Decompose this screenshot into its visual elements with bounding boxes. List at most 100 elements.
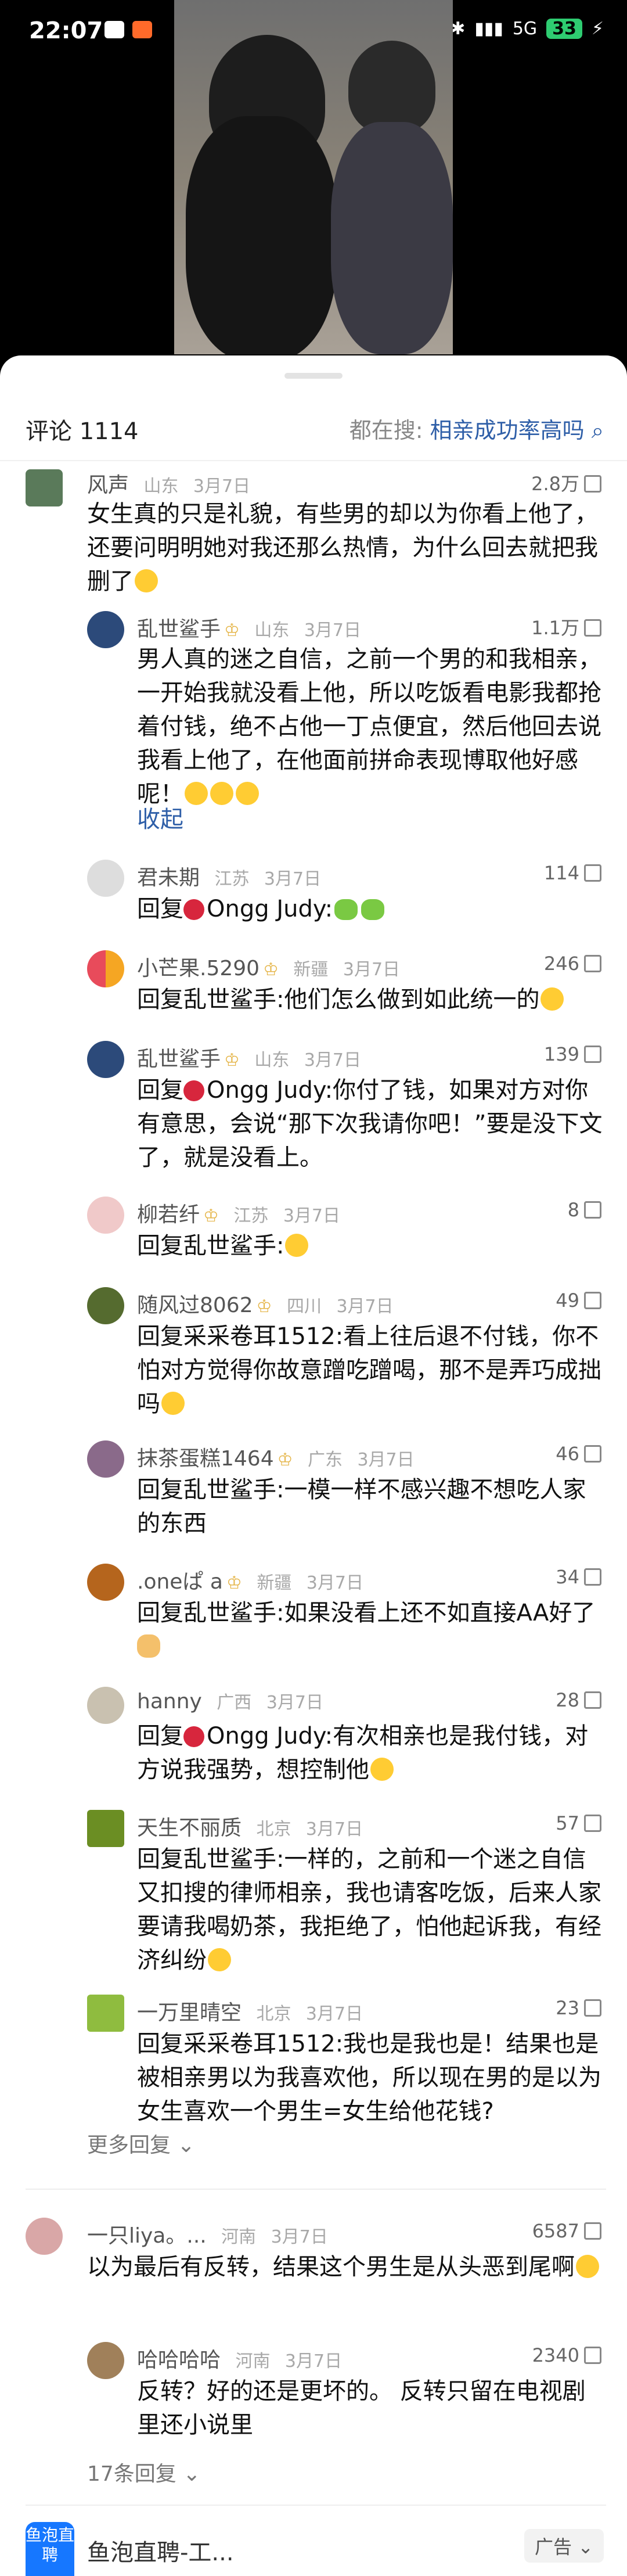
comments-sheet: 评论 1114 都在搜: 相亲成功率高吗 ⌕ 风声 山东 3月7日 2.8万 女… — [0, 355, 627, 2576]
comment-author[interactable]: hanny 广西 3月7日 — [137, 1688, 323, 1713]
like-button[interactable]: 2340 — [532, 2344, 601, 2366]
avatar[interactable] — [26, 2218, 63, 2255]
author-name[interactable]: 乱世鲨手 — [137, 617, 221, 641]
vip-badge-icon: ♔ — [256, 1296, 272, 1317]
comment-text: 男人真的迷之自信，之前一个男的和我相亲，一开始我就没看上他，所以吃饭看电影我都抢… — [137, 642, 604, 811]
collapse-button[interactable]: 收起 — [137, 803, 183, 836]
like-button[interactable]: 23 — [556, 1997, 601, 2019]
comment-author[interactable]: 乱世鲨手 ♔ 山东 3月7日 — [137, 1042, 361, 1072]
ad-banner[interactable]: 鱼泡直聘 鱼泡直聘-工... 广告 ⌄ — [0, 2522, 627, 2576]
reply-target[interactable]: 乱世鲨手 — [183, 1600, 276, 1626]
signal-icon: ▮▮▮ — [474, 19, 503, 39]
avatar[interactable] — [87, 2342, 124, 2379]
author-name[interactable]: hanny — [137, 1690, 202, 1713]
ad-title[interactable]: 鱼泡直聘-工... — [87, 2534, 234, 2567]
location: 河南 — [235, 2351, 271, 2372]
trending-search[interactable]: 都在搜: 相亲成功率高吗 ⌕ — [349, 412, 604, 444]
comment-author[interactable]: 乱世鲨手 ♔ 山东 3月7日 — [137, 612, 361, 642]
reply-target[interactable]: 采采卷耳1512 — [183, 2031, 336, 2057]
location: 山东 — [254, 1050, 290, 1070]
comment-author[interactable]: 哈哈哈哈 河南 3月7日 — [137, 2343, 342, 2373]
drag-handle[interactable] — [284, 373, 343, 379]
author-name[interactable]: 柳若纤 — [137, 1203, 200, 1227]
comment-author[interactable]: 天生不丽质 北京 3月7日 — [137, 1811, 363, 1841]
comment-text: 回复采采卷耳1512:看上往后退不付钱，你不怕对方觉得你故意蹭吃蹭喝，那不是弄巧… — [137, 1320, 604, 1421]
reply-target[interactable]: Ongg Judy — [207, 1723, 325, 1749]
comment-author[interactable]: 君未期 江苏 3月7日 — [137, 861, 321, 891]
like-button[interactable]: 1.1万 — [531, 613, 601, 640]
vip-badge-icon: ♔ — [277, 1450, 293, 1470]
view-replies-button[interactable]: 17条回复 ⌄ — [87, 2457, 200, 2487]
video-thumbnail[interactable] — [174, 0, 453, 354]
avatar[interactable] — [87, 1995, 124, 2032]
comment-author[interactable]: 一只liya。... 河南 3月7日 — [87, 2219, 328, 2249]
date: 3月7日 — [305, 1819, 363, 1840]
like-button[interactable]: 2.8万 — [531, 469, 601, 496]
laugh-cry-emoji-icon — [576, 2255, 599, 2278]
reply-target[interactable]: 采采卷耳1512 — [183, 1323, 336, 1350]
author-name[interactable]: 小芒果.5290 — [137, 957, 260, 980]
like-button[interactable]: 34 — [556, 1566, 601, 1588]
like-button[interactable]: 6587 — [532, 2220, 601, 2242]
avatar[interactable] — [87, 1440, 124, 1478]
trending-query[interactable]: 相亲成功率高吗 — [430, 418, 585, 443]
avatar[interactable] — [26, 469, 63, 506]
ad-tag[interactable]: 广告 ⌄ — [524, 2529, 604, 2563]
comment-author[interactable]: 一万里晴空 北京 3月7日 — [137, 1996, 363, 2026]
author-name[interactable]: 哈哈哈哈 — [137, 2348, 221, 2372]
location: 新疆 — [257, 1573, 292, 1593]
avatar[interactable] — [87, 860, 124, 897]
thumb-up-icon — [584, 1445, 601, 1463]
avatar[interactable] — [87, 1564, 124, 1601]
comment-author[interactable]: .oneぱ a ♔ 新疆 3月7日 — [137, 1565, 363, 1595]
like-button[interactable]: 49 — [556, 1289, 601, 1312]
comment-author[interactable]: 风声 山东 3月7日 — [87, 468, 250, 498]
thumb-up-icon — [584, 2347, 601, 2364]
avatar[interactable] — [87, 1287, 124, 1324]
reply-target[interactable]: Ongg Judy — [207, 1077, 325, 1104]
author-name[interactable]: 一只liya。... — [87, 2224, 207, 2248]
reply-target[interactable]: 乱世鲨手 — [183, 1846, 276, 1873]
like-button[interactable]: 139 — [544, 1043, 601, 1065]
author-name[interactable]: 一万里晴空 — [137, 2001, 242, 2025]
avatar[interactable] — [87, 1197, 124, 1234]
comment-author[interactable]: 柳若纤 ♔ 江苏 3月7日 — [137, 1198, 340, 1228]
avatar[interactable] — [87, 611, 124, 648]
thumb-up-icon — [584, 1568, 601, 1586]
avatar[interactable] — [87, 1810, 124, 1847]
date: 3月7日 — [306, 1573, 363, 1593]
author-name[interactable]: 抹茶蛋糕1464 — [137, 1447, 274, 1471]
comment-body: :如果没看上还不如直接AA好了 — [276, 1600, 596, 1626]
avatar[interactable] — [87, 1687, 124, 1724]
reply-prefix: 回复 — [137, 1323, 183, 1350]
more-replies-button[interactable]: 更多回复 ⌄ — [87, 2128, 195, 2158]
author-name[interactable]: 乱世鲨手 — [137, 1047, 221, 1071]
comment-author[interactable]: 抹茶蛋糕1464 ♔ 广东 3月7日 — [137, 1442, 415, 1472]
reply-target[interactable]: 乱世鲨手 — [183, 1233, 276, 1259]
like-button[interactable]: 57 — [556, 1812, 601, 1834]
author-name[interactable]: 天生不丽质 — [137, 1816, 242, 1840]
author-name[interactable]: .oneぱ a — [137, 1570, 223, 1594]
author-name[interactable]: 风声 — [87, 473, 129, 497]
reply-target[interactable]: 乱世鲨手 — [183, 1476, 276, 1503]
reply-target[interactable]: Ongg Judy — [207, 896, 325, 922]
comment-author[interactable]: 小芒果.5290 ♔ 新疆 3月7日 — [137, 951, 400, 982]
avatar[interactable] — [87, 1041, 124, 1078]
date: 3月7日 — [271, 2227, 328, 2247]
reply-target[interactable]: 乱世鲨手 — [183, 986, 276, 1013]
like-count: 114 — [543, 862, 579, 884]
comment-author[interactable]: 随风过8062 ♔ 四川 3月7日 — [137, 1288, 394, 1318]
author-name[interactable]: 随风过8062 — [137, 1294, 253, 1317]
like-button[interactable]: 46 — [556, 1443, 601, 1465]
like-button[interactable]: 8 — [568, 1199, 601, 1221]
reply-prefix: 回复 — [137, 896, 183, 922]
reply-prefix: 回复 — [137, 1600, 183, 1626]
like-button[interactable]: 114 — [544, 862, 601, 884]
like-button[interactable]: 246 — [544, 953, 601, 975]
author-name[interactable]: 君未期 — [137, 866, 200, 890]
date: 3月7日 — [283, 1206, 341, 1226]
vip-badge-icon: ♔ — [224, 1050, 240, 1070]
laugh-cry-emoji-icon — [161, 1392, 185, 1415]
like-button[interactable]: 28 — [556, 1689, 601, 1711]
avatar[interactable] — [87, 950, 124, 987]
